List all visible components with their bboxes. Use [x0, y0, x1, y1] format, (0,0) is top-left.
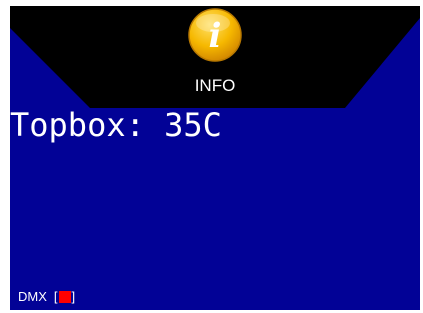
device-screen: i INFO Topbox: 35C DMX [ ]: [10, 6, 420, 310]
info-icon[interactable]: i: [187, 7, 243, 63]
dmx-bracket-close: ]: [71, 289, 76, 304]
dmx-indicator: [58, 291, 71, 303]
topbox-temperature: Topbox: 35C: [10, 106, 222, 144]
info-label: INFO: [194, 76, 236, 95]
dmx-label: DMX: [18, 289, 47, 304]
dmx-bracket-open: [: [53, 289, 58, 304]
dmx-status: DMX [ ]: [18, 289, 75, 305]
info-icon-glyph: i: [209, 16, 222, 56]
